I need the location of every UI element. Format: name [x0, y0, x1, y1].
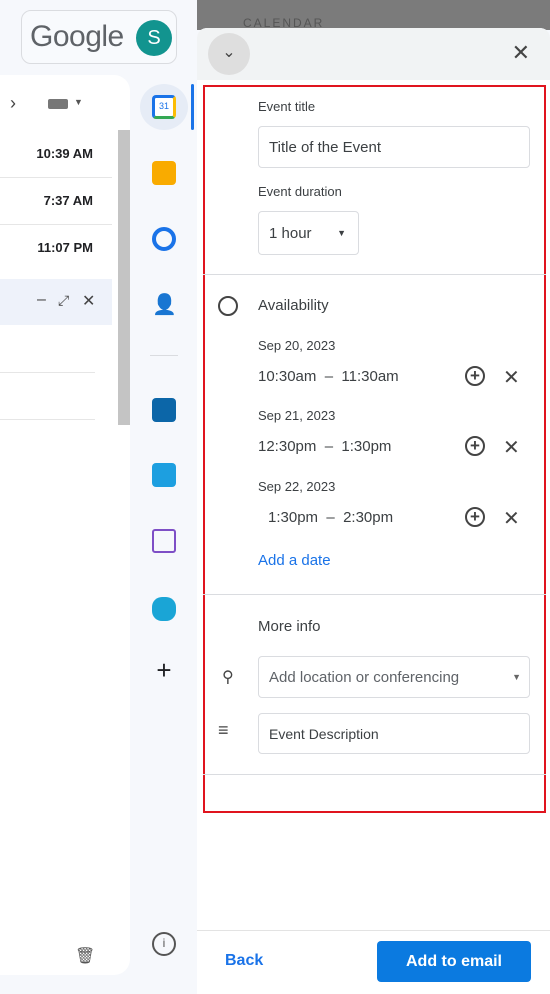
minimize-icon[interactable]: – [37, 291, 46, 309]
slot-time[interactable]: 10:30am – 11:30am [258, 368, 438, 385]
location-pin-icon: ⚲ [222, 669, 234, 686]
compose-header: – ⤢ ✕ [0, 279, 112, 325]
trash-icon[interactable]: 🗑 [75, 946, 95, 966]
chevron-down-icon[interactable]: ▼ [74, 97, 83, 107]
slot-date: Sep 20, 2023 [258, 338, 336, 353]
chevron-right-icon[interactable]: › [10, 93, 16, 114]
slot-time[interactable]: 1:30pm – 2:30pm [268, 509, 448, 526]
keyboard-icon[interactable] [48, 99, 68, 109]
collapse-button[interactable]: ⌄ [208, 33, 250, 75]
description-input[interactable]: Event Description [258, 713, 530, 754]
slot-date: Sep 21, 2023 [258, 408, 336, 423]
google-calendar-icon[interactable]: 31 [152, 95, 176, 119]
add-to-email-button[interactable]: Add to email [377, 941, 531, 982]
expand-icon[interactable]: ⤢ [58, 292, 69, 309]
email-time: 11:07 PM [37, 240, 93, 255]
google-account-button[interactable]: Google S [21, 10, 177, 64]
add-slot-icon[interactable]: + [465, 507, 485, 527]
remove-slot-icon[interactable]: ✕ [503, 435, 520, 460]
dropdown-arrow-icon: ▼ [512, 672, 521, 682]
duration-value: 1 hour [269, 224, 312, 242]
description-icon: ≡ [218, 720, 229, 740]
bot-addon-icon[interactable] [152, 463, 176, 487]
notes-addon-icon[interactable] [152, 529, 176, 553]
event-title-label: Event title [258, 99, 316, 114]
location-placeholder: Add location or conferencing [269, 668, 460, 686]
email-time: 7:37 AM [43, 193, 93, 208]
google-keep-icon[interactable] [152, 161, 176, 185]
trello-icon[interactable] [152, 398, 176, 422]
google-logo: Google [30, 20, 124, 53]
add-slot-icon[interactable]: + [465, 366, 485, 386]
printer-addon-icon[interactable] [152, 597, 176, 621]
slot-date: Sep 22, 2023 [258, 479, 336, 494]
back-button[interactable]: Back [225, 952, 263, 970]
clock-icon [218, 296, 238, 316]
remove-slot-icon[interactable]: ✕ [503, 506, 520, 531]
slot-time[interactable]: 12:30pm – 1:30pm [258, 438, 438, 455]
event-duration-label: Event duration [258, 184, 342, 199]
info-icon[interactable]: i [152, 932, 176, 956]
event-duration-select[interactable]: 1 hour ▼ [258, 211, 359, 255]
mail-list: › ▼ [0, 75, 130, 975]
scrollbar[interactable] [118, 130, 130, 425]
email-time: 10:39 AM [36, 146, 93, 161]
add-date-link[interactable]: Add a date [258, 552, 331, 569]
event-title-input[interactable]: Title of the Event [258, 126, 530, 168]
close-icon[interactable]: ✕ [512, 40, 530, 66]
location-select[interactable]: Add location or conferencing ▼ [258, 656, 530, 698]
more-info-label: More info [258, 618, 321, 635]
add-addon-icon[interactable]: + [152, 657, 176, 683]
close-compose-icon[interactable]: ✕ [82, 291, 95, 311]
avatar[interactable]: S [136, 20, 172, 56]
availability-label: Availability [258, 297, 329, 314]
add-slot-icon[interactable]: + [465, 436, 485, 456]
dropdown-arrow-icon: ▼ [337, 228, 346, 238]
remove-slot-icon[interactable]: ✕ [503, 365, 520, 390]
google-contacts-icon[interactable]: 👤 [152, 292, 177, 316]
google-tasks-icon[interactable] [152, 227, 176, 251]
